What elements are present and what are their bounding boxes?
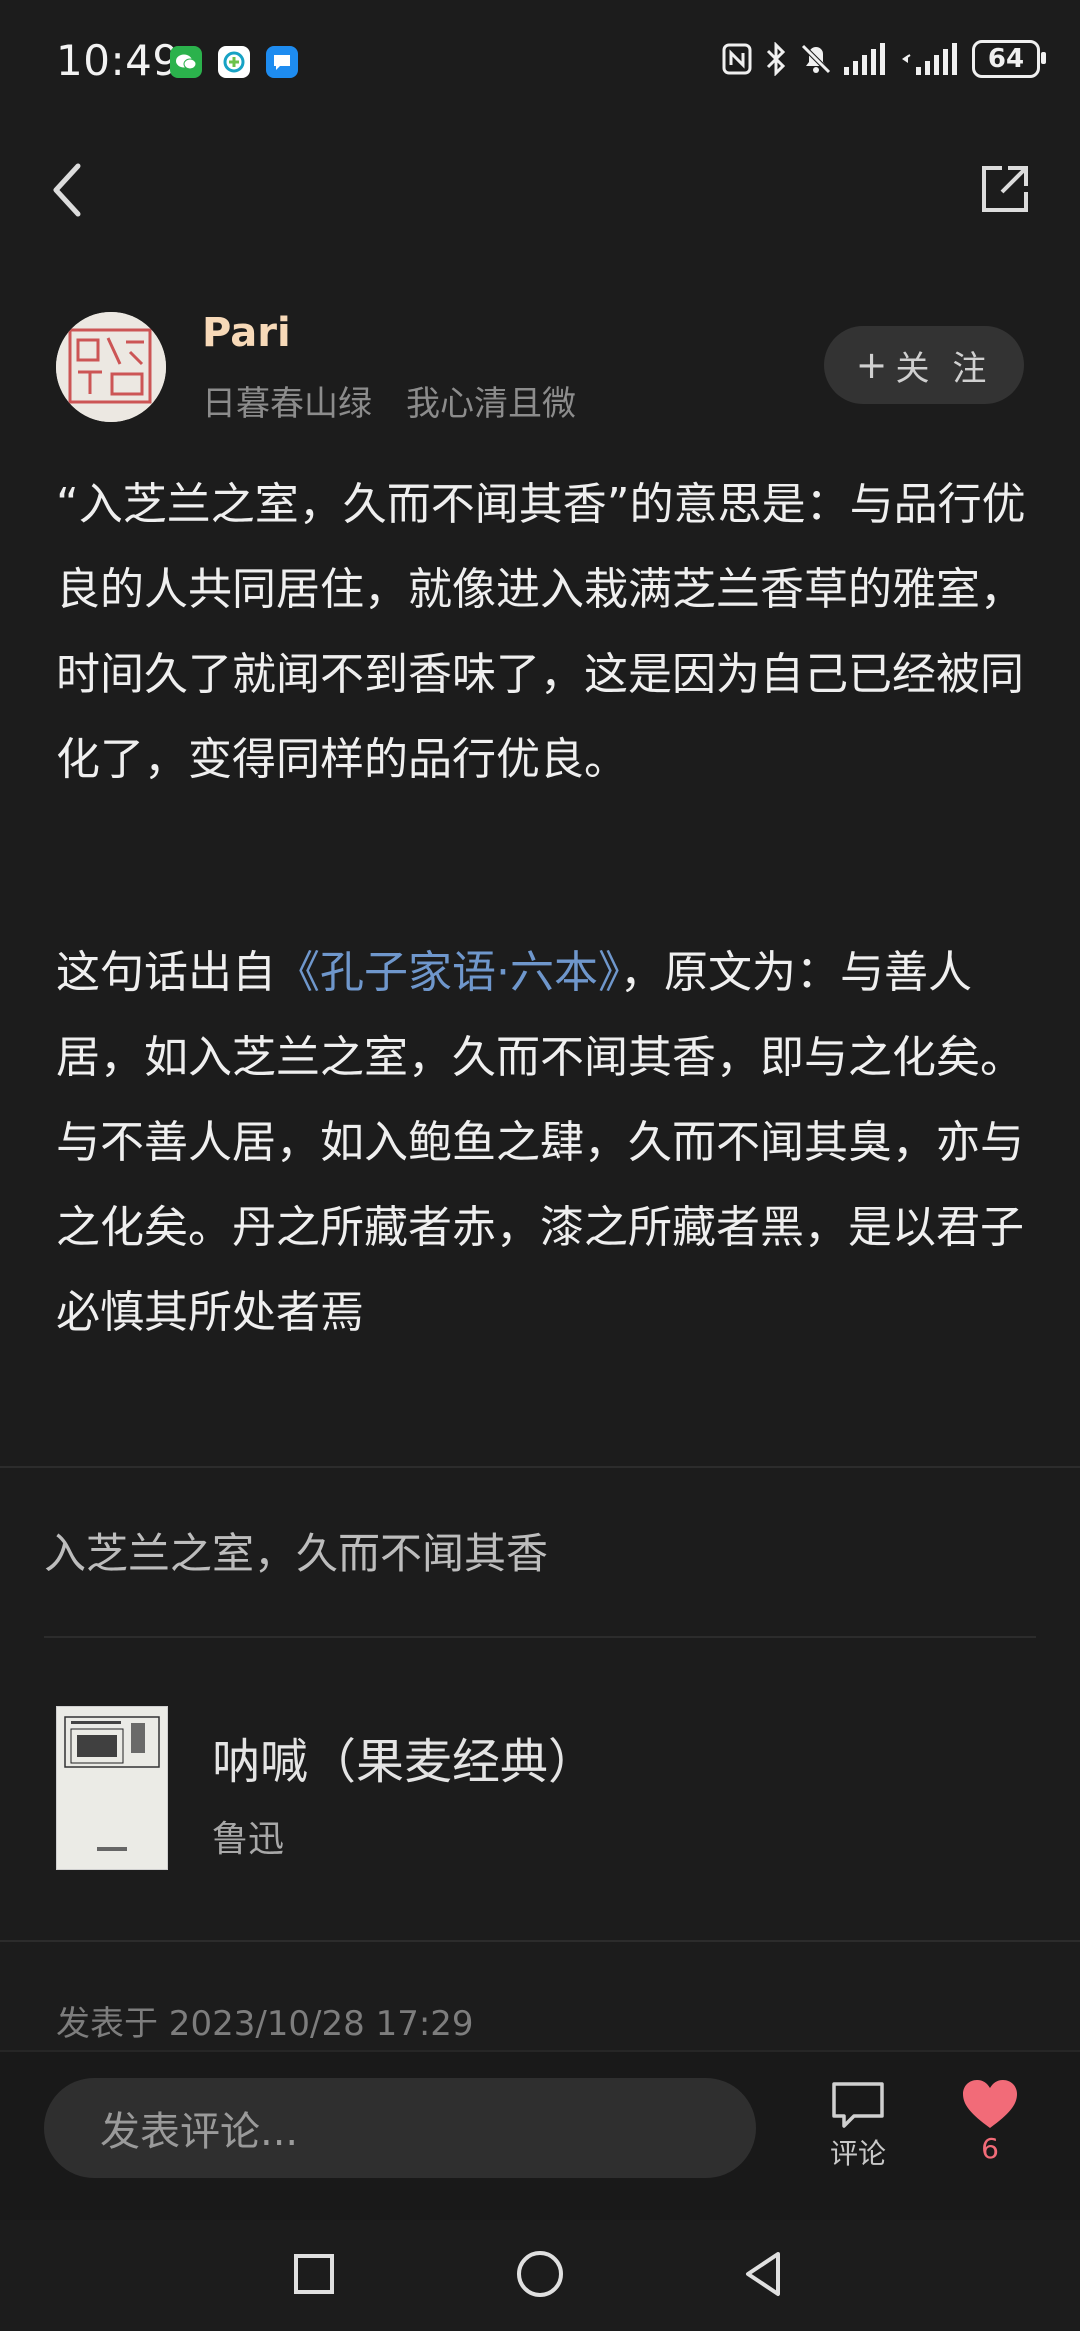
battery-indicator: 64 — [972, 40, 1046, 78]
follow-label: 关 注 — [895, 348, 993, 389]
heart-icon — [963, 2080, 1017, 2128]
divider — [44, 1636, 1036, 1638]
divider — [0, 1466, 1080, 1468]
back-nav-button[interactable] — [736, 2246, 792, 2302]
comment-placeholder: 发表评论... — [100, 2109, 299, 2155]
author-name[interactable]: Pari — [202, 310, 291, 356]
square-icon — [294, 2254, 334, 2294]
back-button[interactable] — [44, 160, 94, 220]
comment-input[interactable]: 发表评论... — [44, 2078, 756, 2178]
divider — [0, 1940, 1080, 1942]
plus-icon: + — [855, 343, 888, 387]
status-time: 10:49 — [56, 36, 180, 85]
wechat-icon — [170, 46, 202, 78]
comment-icon — [832, 2082, 884, 2128]
like-button[interactable]: 6 — [958, 2078, 1022, 2165]
signal-icon — [844, 43, 885, 75]
source-link[interactable]: 《孔子家语·六本》 — [276, 947, 620, 998]
author-signature: 日暮春山绿 我心清且微 — [202, 384, 576, 424]
recents-button[interactable] — [286, 2246, 342, 2302]
chevron-left-icon — [53, 163, 81, 217]
signal-icon — [902, 43, 957, 75]
comment-button[interactable]: 评论 — [822, 2080, 894, 2172]
avatar[interactable] — [56, 312, 166, 422]
quote-text[interactable]: 入芝兰之室，久而不闻其香 — [44, 1520, 548, 1581]
content-paragraph: “入芝兰之室，久而不闻其香”的意思是：与品行优良的人共同居住，就像进入栽满芝兰香… — [56, 479, 1026, 785]
book-title[interactable]: 呐喊（果麦经典） — [212, 1722, 596, 1792]
mute-icon — [801, 44, 831, 74]
chat-icon — [266, 46, 298, 78]
nfc-icon — [722, 43, 752, 75]
like-count: 6 — [981, 2132, 999, 2165]
bluetooth-icon — [766, 42, 786, 76]
book-cover[interactable] — [56, 1706, 168, 1870]
share-icon — [982, 166, 1028, 212]
paragraph-text: ，原文为：与善人居，如入芝兰之室，久而不闻其香，即与之化矣。与不善人居，如入鲍鱼… — [56, 947, 1024, 1338]
content-paragraph: 这句话出自《孔子家语·六本》，原文为：与善人居，如入芝兰之室，久而不闻其香，即与… — [56, 930, 1026, 1355]
home-button[interactable] — [512, 2246, 568, 2302]
share-button[interactable] — [978, 162, 1032, 216]
follow-button[interactable]: + 关 注 — [824, 326, 1024, 404]
paragraph-text: 这句话出自 — [56, 947, 276, 998]
post-timestamp: 发表于 2023/10/28 17:29 — [56, 2004, 474, 2044]
circle-icon — [517, 2251, 563, 2297]
book-author: 鲁迅 — [212, 1819, 285, 1860]
comment-label: 评论 — [829, 2137, 886, 2170]
triangle-back-icon — [746, 2252, 780, 2296]
battery-level: 64 — [987, 44, 1025, 74]
app-icon — [218, 46, 250, 78]
status-icons: 64 — [722, 40, 1046, 78]
